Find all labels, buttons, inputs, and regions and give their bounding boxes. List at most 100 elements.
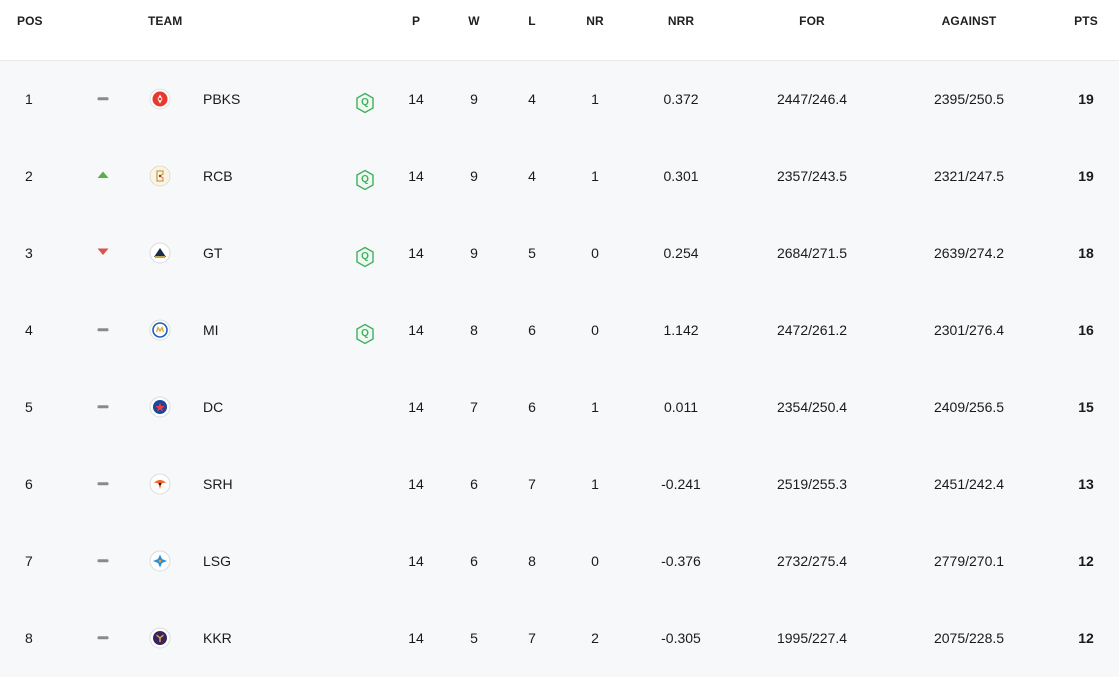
won: 9 — [470, 168, 478, 184]
qualified-badge-label: Q — [361, 174, 369, 185]
qualified-badge-label: Q — [361, 328, 369, 339]
points-table: POS TEAM P W L NR NRR FOR AGAINST PTS 1 … — [0, 0, 1119, 675]
qualified-badge: Q — [355, 323, 375, 345]
net-run-rate: -0.305 — [661, 630, 701, 646]
trend-up-icon — [97, 168, 109, 184]
runs-against: 2301/276.4 — [933, 322, 1005, 338]
won: 8 — [470, 322, 478, 338]
runs-for: 2732/275.4 — [776, 553, 848, 569]
pbks-logo-icon — [149, 88, 171, 110]
no-result: 1 — [591, 91, 599, 107]
played: 14 — [408, 399, 424, 415]
trend-same-icon — [97, 322, 109, 338]
team-name[interactable]: PBKS — [203, 91, 240, 107]
won: 9 — [470, 245, 478, 261]
table-row-srh[interactable]: 6 SRH 14 6 7 1 -0.241 2519/255.3 2451/24… — [0, 446, 1119, 523]
table-row-pbks[interactable]: 1 PBKS Q 14 9 4 1 0.372 2447/246.4 2395/… — [0, 61, 1119, 138]
won: 7 — [470, 399, 478, 415]
played: 14 — [408, 168, 424, 184]
mi-logo-icon — [149, 319, 171, 341]
srh-logo-icon — [149, 473, 171, 495]
table-row-kkr[interactable]: 8 KKR 14 5 7 2 -0.305 1995/227.4 2075/22… — [0, 600, 1119, 677]
runs-for: 1995/227.4 — [776, 630, 848, 646]
won: 6 — [470, 553, 478, 569]
rcb-logo-icon — [149, 165, 171, 187]
header-points: PTS — [1074, 14, 1098, 28]
points: 12 — [1078, 630, 1094, 646]
lost: 7 — [528, 630, 536, 646]
team-name[interactable]: DC — [203, 399, 223, 415]
qualified-badge: Q — [355, 169, 375, 191]
runs-against: 2321/247.5 — [933, 168, 1005, 184]
header-no-result: NR — [586, 14, 604, 28]
lost: 8 — [528, 553, 536, 569]
played: 14 — [408, 630, 424, 646]
no-result: 1 — [591, 399, 599, 415]
team-name[interactable]: LSG — [203, 553, 231, 569]
played: 14 — [408, 322, 424, 338]
no-result: 0 — [591, 553, 599, 569]
points: 15 — [1078, 399, 1094, 415]
header-pos: POS — [17, 14, 43, 28]
trend-same-icon — [97, 630, 109, 646]
points: 12 — [1078, 553, 1094, 569]
position: 5 — [25, 399, 33, 415]
position: 1 — [25, 91, 33, 107]
table-header: POS TEAM P W L NR NRR FOR AGAINST PTS — [0, 0, 1119, 61]
trend-same-icon — [97, 399, 109, 415]
points: 13 — [1078, 476, 1094, 492]
table-body: 1 PBKS Q 14 9 4 1 0.372 2447/246.4 2395/… — [0, 61, 1119, 677]
runs-against: 2409/256.5 — [933, 399, 1005, 415]
position: 4 — [25, 322, 33, 338]
gt-logo-icon — [149, 242, 171, 264]
runs-against: 2075/228.5 — [933, 630, 1005, 646]
net-run-rate: -0.376 — [661, 553, 701, 569]
position: 8 — [25, 630, 33, 646]
points: 19 — [1078, 168, 1094, 184]
table-row-dc[interactable]: 5 DC 14 7 6 1 0.011 2354/250.4 2409/256.… — [0, 369, 1119, 446]
team-name[interactable]: RCB — [203, 168, 233, 184]
dc-logo-icon — [149, 396, 171, 418]
runs-for: 2354/250.4 — [776, 399, 848, 415]
won: 9 — [470, 91, 478, 107]
header-lost: L — [528, 14, 536, 28]
runs-for: 2684/271.5 — [776, 245, 848, 261]
header-against: AGAINST — [941, 14, 997, 28]
trend-same-icon — [97, 476, 109, 492]
team-name[interactable]: SRH — [203, 476, 233, 492]
net-run-rate: 0.372 — [663, 91, 699, 107]
trend-same-icon — [97, 91, 109, 107]
points: 19 — [1078, 91, 1094, 107]
position: 2 — [25, 168, 33, 184]
kkr-logo-icon — [149, 627, 171, 649]
runs-against: 2779/270.1 — [933, 553, 1005, 569]
net-run-rate: 1.142 — [663, 322, 699, 338]
team-name[interactable]: MI — [203, 322, 219, 338]
won: 5 — [470, 630, 478, 646]
no-result: 0 — [591, 322, 599, 338]
trend-same-icon — [97, 553, 109, 569]
points: 16 — [1078, 322, 1094, 338]
team-name[interactable]: KKR — [203, 630, 232, 646]
trend-down-icon — [97, 245, 109, 261]
header-played: P — [411, 14, 421, 28]
played: 14 — [408, 91, 424, 107]
position: 7 — [25, 553, 33, 569]
table-row-rcb[interactable]: 2 RCB Q 14 9 4 1 0.301 2357/243.5 2321/2… — [0, 138, 1119, 215]
header-won: W — [468, 14, 480, 28]
position: 6 — [25, 476, 33, 492]
table-row-lsg[interactable]: 7 LSG 14 6 8 0 -0.376 2732/275.4 2779/27… — [0, 523, 1119, 600]
team-name[interactable]: GT — [203, 245, 222, 261]
table-row-mi[interactable]: 4 MI Q 14 8 6 0 1.142 2472/261.2 2301/27… — [0, 292, 1119, 369]
qualified-badge-label: Q — [361, 251, 369, 262]
position: 3 — [25, 245, 33, 261]
net-run-rate: 0.011 — [664, 399, 698, 415]
played: 14 — [408, 476, 424, 492]
qualified-badge: Q — [355, 92, 375, 114]
table-row-gt[interactable]: 3 GT Q 14 9 5 0 0.254 2684/271.5 2639/27… — [0, 215, 1119, 292]
net-run-rate: 0.301 — [663, 168, 699, 184]
lost: 6 — [528, 399, 536, 415]
no-result: 2 — [591, 630, 599, 646]
qualified-badge-label: Q — [361, 97, 369, 108]
lost: 4 — [528, 91, 536, 107]
